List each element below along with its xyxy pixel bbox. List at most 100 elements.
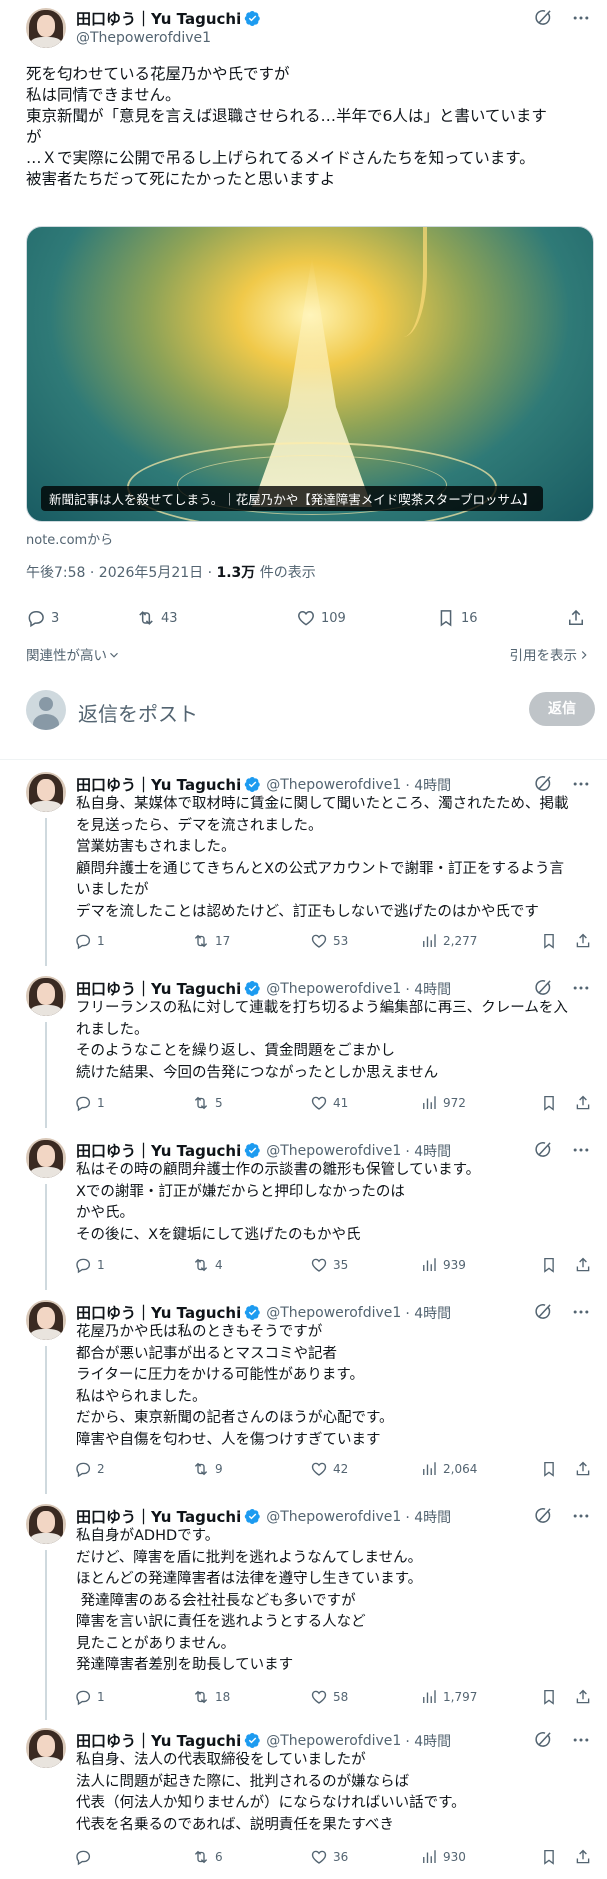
reply-time[interactable]: · 4時間 xyxy=(405,1303,451,1323)
grok-icon[interactable] xyxy=(533,1140,553,1160)
author-handle[interactable]: @Thepowerofdive1 xyxy=(266,1733,401,1749)
reply-action[interactable] xyxy=(74,1848,97,1866)
share-action[interactable] xyxy=(574,932,597,950)
bookmark-action[interactable] xyxy=(540,1460,563,1478)
card-source[interactable]: note.comから xyxy=(26,529,113,548)
repost-action[interactable]: 9 xyxy=(192,1460,223,1478)
author-avatar[interactable] xyxy=(26,1728,66,1768)
views-count: 1.3万 xyxy=(216,565,256,581)
views-count: 972 xyxy=(443,1096,466,1110)
more-options-icon[interactable] xyxy=(571,1302,591,1322)
view-quotes-link[interactable]: 引用を表示 xyxy=(510,644,592,664)
more-options-icon[interactable] xyxy=(571,1506,591,1526)
author-avatar[interactable] xyxy=(26,772,66,812)
author-name[interactable]: 田口ゆう｜Yu Taguchi xyxy=(76,978,241,999)
reply-time[interactable]: · 4時間 xyxy=(405,979,451,999)
repost-action[interactable]: 17 xyxy=(192,932,230,950)
author-name[interactable]: 田口ゆう｜Yu Taguchi xyxy=(76,1506,241,1527)
like-action[interactable]: 42 xyxy=(310,1460,348,1478)
author-handle[interactable]: @Thepowerofdive1 xyxy=(266,1143,401,1159)
like-icon xyxy=(310,1848,328,1866)
repost-action[interactable]: 4 xyxy=(192,1256,223,1274)
tweet-timestamp[interactable]: 午後7:58 · 2026年5月21日 · xyxy=(26,565,217,581)
like-action[interactable]: 58 xyxy=(310,1688,348,1706)
reply-action[interactable]: 1 xyxy=(74,932,105,950)
like-action[interactable]: 109 xyxy=(296,608,346,628)
author-handle[interactable]: @Thepowerofdive1 xyxy=(266,981,401,997)
more-options-icon[interactable] xyxy=(571,978,591,998)
share-action[interactable] xyxy=(566,608,591,628)
author-avatar[interactable] xyxy=(26,1300,66,1340)
bookmark-action[interactable]: 16 xyxy=(436,608,478,628)
bookmark-action[interactable] xyxy=(540,1688,563,1706)
author-handle[interactable]: @Thepowerofdive1 xyxy=(266,1509,401,1525)
author-handle[interactable]: @Thepowerofdive1 xyxy=(266,1305,401,1321)
repost-count: 5 xyxy=(215,1096,223,1110)
author-avatar[interactable] xyxy=(26,8,66,48)
reply-action[interactable]: 2 xyxy=(74,1460,105,1478)
bookmark-action[interactable] xyxy=(540,1094,563,1112)
reply-action[interactable]: 1 xyxy=(74,1256,105,1274)
author-avatar[interactable] xyxy=(26,1504,66,1544)
reply-action[interactable]: 3 xyxy=(26,608,59,628)
views-action[interactable]: 2,277 xyxy=(420,932,477,950)
repost-action[interactable]: 43 xyxy=(136,608,178,628)
views-action[interactable]: 2,064 xyxy=(420,1460,477,1478)
author-name[interactable]: 田口ゆう｜Yu Taguchi xyxy=(76,774,241,795)
views-action[interactable]: 1,797 xyxy=(420,1688,477,1706)
repost-action[interactable]: 18 xyxy=(192,1688,230,1706)
share-action[interactable] xyxy=(574,1094,597,1112)
more-options-icon[interactable] xyxy=(571,1730,591,1750)
grok-icon[interactable] xyxy=(533,1302,553,1322)
share-action[interactable] xyxy=(574,1256,597,1274)
author-name[interactable]: 田口ゆう｜Yu Taguchi xyxy=(76,1302,241,1323)
repost-action[interactable]: 5 xyxy=(192,1094,223,1112)
bookmark-action[interactable] xyxy=(540,1256,563,1274)
author-name[interactable]: 田口ゆう｜Yu Taguchi xyxy=(76,1730,241,1751)
like-action[interactable]: 53 xyxy=(310,932,348,950)
grok-icon[interactable] xyxy=(533,8,553,28)
link-card[interactable]: 新聞記事は人を殺せてしまう。｜花屋乃かや【発達障害メイド喫茶スターブロッサム】 xyxy=(26,226,594,522)
reply-action[interactable]: 1 xyxy=(74,1688,105,1706)
reply-time[interactable]: · 4時間 xyxy=(405,1507,451,1527)
reply-time[interactable]: · 4時間 xyxy=(405,1731,451,1751)
grok-icon[interactable] xyxy=(533,1506,553,1526)
repost-action[interactable]: 6 xyxy=(192,1848,223,1866)
grok-icon[interactable] xyxy=(533,978,553,998)
author-name[interactable]: 田口ゆう｜Yu Taguchi xyxy=(76,8,241,29)
author-avatar[interactable] xyxy=(26,976,66,1016)
author-handle[interactable]: @Thepowerofdive1 xyxy=(76,30,211,46)
views-action[interactable]: 972 xyxy=(420,1094,466,1112)
share-action[interactable] xyxy=(574,1688,597,1706)
like-action[interactable]: 36 xyxy=(310,1848,348,1866)
reply-actions: 1 18 58 1,797 xyxy=(74,1688,594,1710)
reply-button[interactable]: 返信 xyxy=(529,692,595,726)
like-icon xyxy=(310,1256,328,1274)
reply-time[interactable]: · 4時間 xyxy=(405,775,451,795)
share-action[interactable] xyxy=(574,1848,597,1866)
views-action[interactable]: 930 xyxy=(420,1848,466,1866)
grok-icon[interactable] xyxy=(533,774,553,794)
reply-time[interactable]: · 4時間 xyxy=(405,1141,451,1161)
bookmark-action[interactable] xyxy=(540,1848,563,1866)
like-action[interactable]: 41 xyxy=(310,1094,348,1112)
views-action[interactable]: 939 xyxy=(420,1256,466,1274)
more-options-icon[interactable] xyxy=(571,8,591,28)
reply-header: 田口ゆう｜Yu Taguchi @Thepowerofdive1 · 4時間 xyxy=(76,1302,451,1323)
repost-icon xyxy=(192,1094,210,1112)
grok-icon[interactable] xyxy=(533,1730,553,1750)
reply-action[interactable]: 1 xyxy=(74,1094,105,1112)
like-action[interactable]: 35 xyxy=(310,1256,348,1274)
more-options-icon[interactable] xyxy=(571,1140,591,1160)
reply-actions: 2 9 42 2,064 xyxy=(74,1460,594,1482)
author-name[interactable]: 田口ゆう｜Yu Taguchi xyxy=(76,1140,241,1161)
reply-text: 私自身がADHDです。 だけど、障害を盾に批判を逃れようなんてしません。 ほとん… xyxy=(76,1528,423,1673)
reply-input[interactable]: 返信をポスト xyxy=(78,698,198,727)
current-user-avatar[interactable] xyxy=(26,690,66,730)
sort-dropdown[interactable]: 関連性が高い xyxy=(26,644,121,664)
bookmark-action[interactable] xyxy=(540,932,563,950)
author-avatar[interactable] xyxy=(26,1138,66,1178)
author-handle[interactable]: @Thepowerofdive1 xyxy=(266,777,401,793)
share-action[interactable] xyxy=(574,1460,597,1478)
more-options-icon[interactable] xyxy=(571,774,591,794)
